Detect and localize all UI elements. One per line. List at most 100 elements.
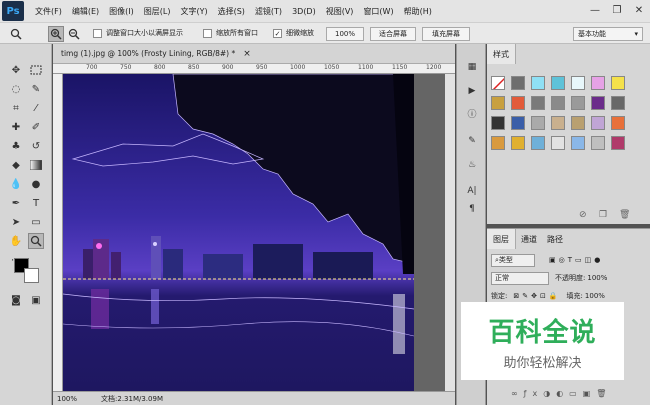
history-brush-tool-icon[interactable]: ↺ [28, 138, 44, 154]
zoom-out-icon[interactable] [66, 26, 82, 42]
style-swatch[interactable] [531, 76, 545, 90]
menu-filter[interactable]: 滤镜(T) [250, 6, 287, 17]
menu-image[interactable]: 图像(I) [104, 6, 139, 17]
menu-select[interactable]: 选择(S) [213, 6, 250, 17]
menu-help[interactable]: 帮助(H) [399, 6, 437, 17]
filter-icons[interactable]: ▣◎T▭◫● [549, 256, 603, 264]
history-panel-icon[interactable]: ▦ [464, 60, 480, 74]
style-swatch[interactable] [551, 76, 565, 90]
style-swatch[interactable] [611, 76, 625, 90]
zoom-tool-icon[interactable] [28, 233, 44, 249]
style-swatch[interactable] [511, 116, 525, 130]
menu-edit[interactable]: 编辑(E) [67, 6, 104, 17]
zoom-all-checkbox[interactable] [203, 29, 212, 38]
style-swatch[interactable] [611, 136, 625, 150]
marquee-tool-icon[interactable] [28, 62, 44, 78]
style-swatch[interactable] [571, 76, 585, 90]
type-tool-icon[interactable]: T [28, 195, 44, 211]
gradient-tool-icon[interactable] [28, 157, 44, 173]
stamp-tool-icon[interactable]: ♣ [8, 138, 24, 154]
new-style-icon[interactable]: ❐ [599, 210, 607, 220]
document-tab[interactable]: timg (1).jpg @ 100% (Frosty Lining, RGB/… [53, 44, 455, 64]
healing-tool-icon[interactable]: ✚ [8, 119, 24, 135]
minimize-button[interactable]: — [584, 0, 606, 20]
brush-panel-icon[interactable]: ✎ [464, 134, 480, 148]
tab-styles[interactable]: 样式 [487, 44, 516, 64]
style-swatch[interactable] [571, 136, 585, 150]
zoom-100-button[interactable]: 100% [326, 27, 364, 41]
menu-view[interactable]: 视图(V) [321, 6, 359, 17]
style-swatch[interactable] [551, 136, 565, 150]
resize-window-checkbox[interactable] [93, 29, 102, 38]
zoom-level[interactable]: 100% [53, 395, 77, 403]
style-swatch[interactable] [511, 136, 525, 150]
eraser-tool-icon[interactable]: ◆ [8, 157, 24, 173]
fit-screen-button[interactable]: 适合屏幕 [370, 27, 416, 41]
style-swatch[interactable] [511, 96, 525, 110]
tab-channels[interactable]: 通道 [515, 229, 543, 249]
style-swatch[interactable] [551, 116, 565, 130]
fill-value[interactable]: 100% [585, 292, 605, 300]
paragraph-panel-icon[interactable]: ¶ [464, 202, 480, 216]
shape-tool-icon[interactable]: ▭ [28, 214, 44, 230]
style-swatch[interactable] [591, 96, 605, 110]
dodge-tool-icon[interactable]: ● [28, 176, 44, 192]
info-panel-icon[interactable]: ⓘ [464, 106, 480, 120]
lock-icons[interactable]: ⊠✎✥⊡🔒 [513, 292, 560, 300]
style-swatch[interactable] [591, 116, 605, 130]
lasso-tool-icon[interactable]: ◌ [8, 81, 24, 97]
tab-layers[interactable]: 图层 [487, 229, 516, 249]
style-swatch[interactable] [591, 136, 605, 150]
zoom-preset-icon[interactable] [8, 26, 24, 42]
blend-mode-select[interactable]: 正常 [491, 271, 549, 285]
style-swatch[interactable] [551, 96, 565, 110]
quick-mask-icon[interactable]: ◙ [8, 292, 24, 308]
character-panel-icon[interactable]: A| [464, 184, 480, 198]
scrubby-zoom-checkbox[interactable]: ✓ [273, 29, 282, 38]
screen-mode-icon[interactable]: ▣ [28, 292, 44, 308]
vertical-scrollbar[interactable] [445, 74, 455, 391]
style-swatch[interactable] [611, 116, 625, 130]
style-none-swatch[interactable] [491, 76, 505, 90]
delete-style-icon[interactable]: ⊘ [579, 210, 587, 220]
style-swatch[interactable] [491, 116, 505, 130]
menu-window[interactable]: 窗口(W) [358, 6, 398, 17]
eyedropper-tool-icon[interactable]: ⁄ [28, 100, 44, 116]
menu-file[interactable]: 文件(F) [30, 6, 67, 17]
style-swatch[interactable] [531, 116, 545, 130]
close-window-button[interactable]: ✕ [628, 0, 650, 20]
menu-type[interactable]: 文字(Y) [175, 6, 212, 17]
canvas-image[interactable] [63, 74, 414, 391]
clone-source-icon[interactable]: ♨ [464, 158, 480, 172]
background-color-swatch[interactable] [24, 268, 39, 283]
menu-layer[interactable]: 图层(L) [139, 6, 176, 17]
opacity-value[interactable]: 100% [587, 274, 607, 282]
tab-paths[interactable]: 路径 [541, 229, 569, 249]
hand-tool-icon[interactable]: ✋ [8, 233, 24, 249]
style-swatch[interactable] [571, 116, 585, 130]
style-swatch[interactable] [491, 136, 505, 150]
menu-3d[interactable]: 3D(D) [287, 7, 321, 16]
quick-select-tool-icon[interactable]: ✎ [28, 81, 44, 97]
close-doc-icon[interactable]: × [243, 49, 251, 59]
layer-footer-icons[interactable]: ∞ƒx◑◐▭▣🗑 [511, 389, 612, 398]
zoom-in-icon[interactable] [48, 26, 64, 42]
actions-panel-icon[interactable]: ▶ [464, 84, 480, 98]
style-swatch[interactable] [611, 96, 625, 110]
layer-kind-filter[interactable]: ⌕ 类型 [491, 253, 535, 267]
move-tool-icon[interactable]: ✥ [8, 62, 24, 78]
style-swatch[interactable] [531, 96, 545, 110]
fill-screen-button[interactable]: 填充屏幕 [422, 27, 470, 41]
style-swatch[interactable] [511, 76, 525, 90]
style-swatch[interactable] [531, 136, 545, 150]
crop-tool-icon[interactable]: ⌗ [8, 100, 24, 116]
style-swatch[interactable] [491, 96, 505, 110]
style-swatch[interactable] [591, 76, 605, 90]
blur-tool-icon[interactable]: 💧 [8, 176, 24, 192]
path-select-tool-icon[interactable]: ➤ [8, 214, 24, 230]
style-swatch[interactable] [571, 96, 585, 110]
brush-tool-icon[interactable]: ✐ [28, 119, 44, 135]
trash-icon[interactable]: 🗑 [619, 210, 630, 220]
workspace-select[interactable]: 基本功能 ▾ [573, 27, 643, 41]
restore-button[interactable]: ❐ [606, 0, 628, 20]
